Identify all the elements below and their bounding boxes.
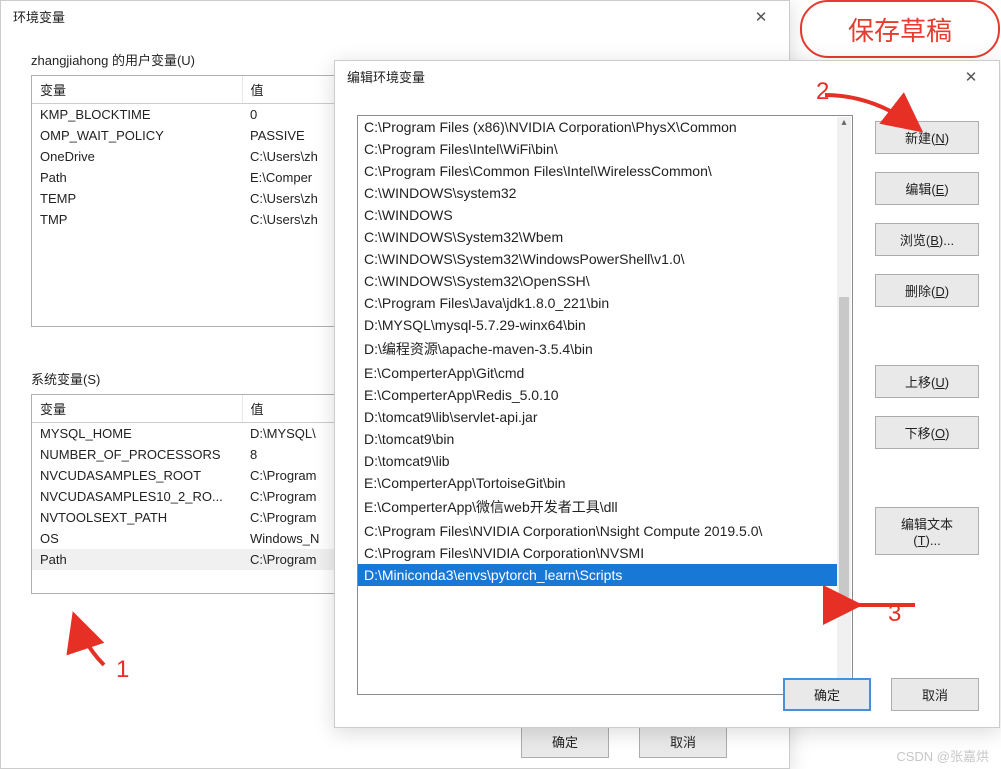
edit-text-button[interactable]: 编辑文本(T)... (875, 507, 979, 555)
scroll-up-icon[interactable]: ▴ (837, 117, 851, 131)
var-name: OneDrive (32, 146, 242, 167)
var-name: OS (32, 528, 242, 549)
col-header-var[interactable]: 变量 (32, 76, 242, 104)
close-icon[interactable]: ✕ (741, 8, 781, 26)
list-item[interactable]: C:\WINDOWS (358, 204, 838, 226)
watermark: CSDN @张嘉烘 (896, 746, 989, 765)
list-item[interactable]: D:\编程资源\apache-maven-3.5.4\bin (358, 336, 838, 362)
list-item[interactable]: E:\ComperterApp\TortoiseGit\bin (358, 472, 838, 494)
var-name: NVCUDASAMPLES_ROOT (32, 465, 242, 486)
list-item[interactable]: E:\ComperterApp\Git\cmd (358, 362, 838, 384)
move-down-button[interactable]: 下移(O) (875, 416, 979, 449)
scrollbar-thumb[interactable] (839, 297, 849, 597)
cancel-button[interactable]: 取消 (639, 725, 727, 758)
edit-env-var-dialog: 编辑环境变量 ✕ C:\Program Files (x86)\NVIDIA C… (334, 60, 1000, 728)
dialog-titlebar: 环境变量 ✕ (1, 1, 789, 32)
dialog-title: 环境变量 (13, 7, 65, 26)
var-name: TEMP (32, 188, 242, 209)
var-name: TMP (32, 209, 242, 230)
var-name: KMP_BLOCKTIME (32, 104, 242, 126)
move-up-button[interactable]: 上移(U) (875, 365, 979, 398)
var-name: NVCUDASAMPLES10_2_RO... (32, 486, 242, 507)
scrollbar[interactable]: ▴ ▾ (837, 117, 851, 693)
list-item[interactable]: C:\Program Files (x86)\NVIDIA Corporatio… (358, 116, 838, 138)
list-item[interactable]: E:\ComperterApp\Redis_5.0.10 (358, 384, 838, 406)
dialog-titlebar: 编辑环境变量 ✕ (335, 61, 999, 92)
var-name: OMP_WAIT_POLICY (32, 125, 242, 146)
var-name: NUMBER_OF_PROCESSORS (32, 444, 242, 465)
list-item[interactable]: C:\Program Files\Common Files\Intel\Wire… (358, 160, 838, 182)
list-item[interactable]: D:\Miniconda3\envs\pytorch_learn\Scripts (358, 564, 838, 586)
save-draft-button[interactable]: 保存草稿 (800, 0, 1000, 58)
cancel-button[interactable]: 取消 (891, 678, 979, 711)
delete-button[interactable]: 删除(D) (875, 274, 979, 307)
var-name: MYSQL_HOME (32, 423, 242, 445)
list-item[interactable]: D:\tomcat9\bin (358, 428, 838, 450)
list-item[interactable]: E:\ComperterApp\微信web开发者工具\dll (358, 494, 838, 520)
list-item[interactable]: C:\Program Files\Intel\WiFi\bin\ (358, 138, 838, 160)
save-draft-label: 保存草稿 (848, 11, 952, 48)
list-item[interactable]: C:\WINDOWS\System32\Wbem (358, 226, 838, 248)
list-item[interactable]: D:\tomcat9\lib\servlet-api.jar (358, 406, 838, 428)
list-item[interactable]: C:\WINDOWS\System32\WindowsPowerShell\v1… (358, 248, 838, 270)
dialog-title: 编辑环境变量 (347, 67, 425, 86)
close-icon[interactable]: ✕ (951, 68, 991, 86)
new-button[interactable]: 新建(N) (875, 121, 979, 154)
list-item[interactable]: D:\MYSQL\mysql-5.7.29-winx64\bin (358, 314, 838, 336)
list-item[interactable]: C:\Program Files\NVIDIA Corporation\NVSM… (358, 542, 838, 564)
side-buttons: 新建(N) 编辑(E) 浏览(B)... 删除(D) 上移(U) 下移(O) 编… (875, 121, 979, 555)
list-item[interactable]: C:\Program Files\NVIDIA Corporation\Nsig… (358, 520, 838, 542)
col-header-var[interactable]: 变量 (32, 395, 242, 423)
var-name: Path (32, 167, 242, 188)
edit-button[interactable]: 编辑(E) (875, 172, 979, 205)
paths-listbox[interactable]: C:\Program Files (x86)\NVIDIA Corporatio… (357, 115, 853, 695)
list-item[interactable]: D:\tomcat9\lib (358, 450, 838, 472)
var-name: NVTOOLSEXT_PATH (32, 507, 242, 528)
var-name: Path (32, 549, 242, 570)
list-item[interactable]: C:\WINDOWS\system32 (358, 182, 838, 204)
list-item[interactable]: C:\WINDOWS\System32\OpenSSH\ (358, 270, 838, 292)
ok-button[interactable]: 确定 (783, 678, 871, 711)
ok-button[interactable]: 确定 (521, 725, 609, 758)
list-item[interactable]: C:\Program Files\Java\jdk1.8.0_221\bin (358, 292, 838, 314)
browse-button[interactable]: 浏览(B)... (875, 223, 979, 256)
